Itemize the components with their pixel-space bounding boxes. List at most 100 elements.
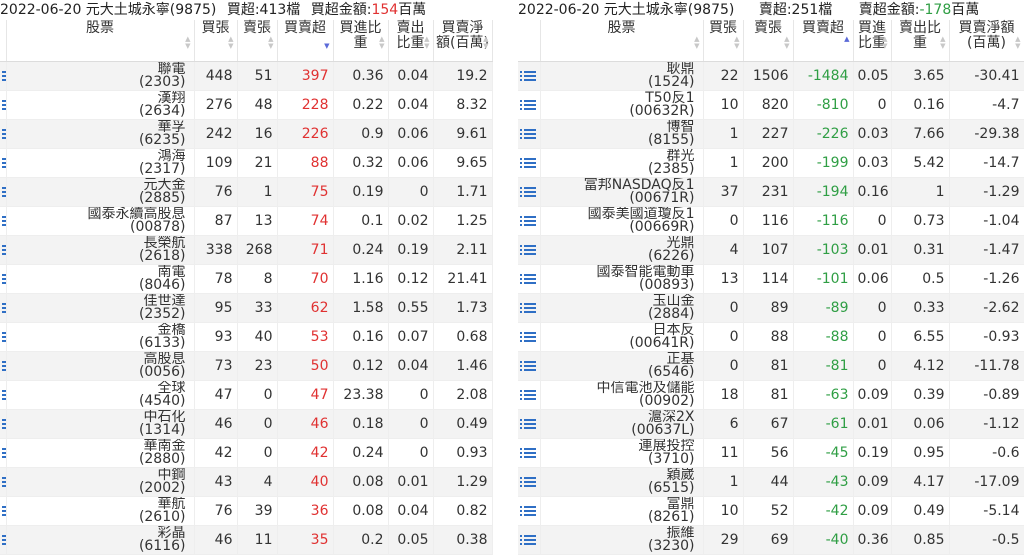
table-row[interactable]: T50反1 (00632R) 10 820 -810 0 0.16 -4.7: [518, 90, 1024, 120]
table-row[interactable]: 南電 (8046) 78 8 70 1.16 0.12 21.41: [0, 264, 493, 294]
list-menu-icon[interactable]: [520, 70, 536, 82]
list-menu-icon[interactable]: [520, 418, 536, 430]
list-menu-icon[interactable]: [520, 186, 536, 198]
list-menu-icon[interactable]: [2, 128, 5, 140]
sort-arrows-icon[interactable]: ▲ ▼: [424, 36, 429, 50]
stock-name[interactable]: 振維: [545, 526, 695, 540]
stock-cell[interactable]: 鴻海 (2317): [6, 148, 195, 178]
stock-cell[interactable]: 富邦NASDAQ反1 (00671R): [540, 177, 704, 207]
sort-arrows-icon[interactable]: ▲ ▼: [228, 36, 233, 50]
list-menu-icon[interactable]: [2, 186, 5, 198]
row-menu-cell[interactable]: [518, 90, 541, 120]
list-menu-icon[interactable]: [2, 505, 5, 517]
table-row[interactable]: 連展投控 (3710) 11 56 -45 0.19 0.95 -0.6: [518, 438, 1024, 468]
col-net-amount-header[interactable]: 買賣淨額(百萬) ▲ ▼: [433, 20, 493, 62]
stock-cell[interactable]: 南電 (8046): [6, 264, 195, 294]
list-menu-icon[interactable]: [2, 244, 5, 256]
stock-cell[interactable]: 金橋 (6133): [6, 322, 195, 352]
sort-arrows-icon[interactable]: ▲ ▼: [185, 36, 190, 50]
table-row[interactable]: 滬深2X (00637L) 6 67 -61 0.01 0.06 -1.12: [518, 409, 1024, 439]
table-row[interactable]: 耿鼎 (1524) 22 1506 -1484 0.05 3.65 -30.41: [518, 61, 1024, 91]
col-sell-header[interactable]: 賣張 ▲ ▼: [237, 20, 278, 62]
list-menu-icon[interactable]: [2, 273, 5, 285]
col-net-header[interactable]: 買賣超 ▼: [277, 20, 334, 62]
stock-cell[interactable]: 玉山金 (2884): [540, 293, 704, 323]
list-menu-icon[interactable]: [2, 331, 5, 343]
list-menu-icon[interactable]: [520, 505, 536, 517]
row-menu-cell[interactable]: [518, 293, 541, 323]
list-menu-icon[interactable]: [2, 302, 5, 314]
table-row[interactable]: 中信電池及儲能 (00902) 18 81 -63 0.09 0.39 -0.89: [518, 380, 1024, 410]
stock-cell[interactable]: 華航 (2610): [6, 496, 195, 526]
list-menu-icon[interactable]: [520, 534, 536, 546]
stock-cell[interactable]: 高股息 (0056): [6, 351, 195, 381]
table-row[interactable]: 國泰美國道瓊反1 (00669R) 0 116 -116 0 0.73 -1.04: [518, 206, 1024, 236]
stock-cell[interactable]: 長榮航 (2618): [6, 235, 195, 265]
sort-arrows-icon[interactable]: ▲ ▼: [1015, 36, 1020, 50]
col-buy-ratio-header[interactable]: 買進比重 ▲ ▼: [333, 20, 389, 62]
table-row[interactable]: 中石化 (1314) 46 0 46 0.18 0 0.49: [0, 409, 493, 439]
stock-cell[interactable]: 華孚 (6235): [6, 119, 195, 149]
table-row[interactable]: 穎崴 (6515) 1 44 -43 0.09 4.17 -17.09: [518, 467, 1024, 497]
table-row[interactable]: 玉山金 (2884) 0 89 -89 0 0.33 -2.62: [518, 293, 1024, 323]
stock-cell[interactable]: 國泰智能電動車 (00893): [540, 264, 704, 294]
table-row[interactable]: 富邦NASDAQ反1 (00671R) 37 231 -194 0.16 1 -1.29: [518, 177, 1024, 207]
list-menu-icon[interactable]: [520, 476, 536, 488]
stock-cell[interactable]: 中鋼 (2002): [6, 467, 195, 497]
list-menu-icon[interactable]: [2, 447, 5, 459]
table-row[interactable]: 華航 (2610) 76 39 36 0.08 0.04 0.82: [0, 496, 493, 526]
row-menu-cell[interactable]: [518, 525, 541, 555]
col-buy-header[interactable]: 買張 ▲ ▼: [194, 20, 238, 62]
row-menu-cell[interactable]: [518, 380, 541, 410]
table-row[interactable]: 國泰智能電動車 (00893) 13 114 -101 0.06 0.5 -1.26: [518, 264, 1024, 294]
row-menu-cell[interactable]: [518, 322, 541, 352]
stock-cell[interactable]: 穎崴 (6515): [540, 467, 704, 497]
table-row[interactable]: 華南金 (2880) 42 0 42 0.24 0 0.93: [0, 438, 493, 468]
stock-cell[interactable]: 全球 (4540): [6, 380, 195, 410]
list-menu-icon[interactable]: [520, 128, 536, 140]
stock-cell[interactable]: 博智 (8155): [540, 119, 704, 149]
stock-cell[interactable]: 元大金 (2885): [6, 177, 195, 207]
col-buy-header[interactable]: 買張 ▲ ▼: [703, 20, 744, 62]
stock-cell[interactable]: T50反1 (00632R): [540, 90, 704, 120]
sort-arrows-icon[interactable]: ▲ ▼: [734, 36, 739, 50]
col-sell-ratio-header[interactable]: 賣出比重 ▲ ▼: [891, 20, 950, 62]
sort-arrows-icon[interactable]: ▲ ▼: [940, 36, 945, 50]
col-sell-header[interactable]: 賣張 ▲ ▼: [743, 20, 794, 62]
stock-cell[interactable]: 國泰美國道瓊反1 (00669R): [540, 206, 704, 236]
stock-cell[interactable]: 富鼎 (8261): [540, 496, 704, 526]
list-menu-icon[interactable]: [2, 99, 5, 111]
list-menu-icon[interactable]: [2, 360, 5, 372]
col-net-header[interactable]: 買賣超 ▲: [793, 20, 854, 62]
table-row[interactable]: 佳世達 (2352) 95 33 62 1.58 0.55 1.73: [0, 293, 493, 323]
row-menu-cell[interactable]: [518, 235, 541, 265]
list-menu-icon[interactable]: [2, 476, 5, 488]
sort-asc-icon[interactable]: ▲: [844, 36, 849, 50]
stock-cell[interactable]: 振維 (3230): [540, 525, 704, 555]
stock-name[interactable]: 彩晶: [11, 526, 186, 540]
table-row[interactable]: 高股息 (0056) 73 23 50 0.12 0.04 1.46: [0, 351, 493, 381]
stock-cell[interactable]: 國泰永續高股息 (00878): [6, 206, 195, 236]
stock-cell[interactable]: 日本反 (00641R): [540, 322, 704, 352]
table-row[interactable]: 國泰永續高股息 (00878) 87 13 74 0.1 0.02 1.25: [0, 206, 493, 236]
stock-cell[interactable]: 滬深2X (00637L): [540, 409, 704, 439]
list-menu-icon[interactable]: [520, 215, 536, 227]
list-menu-icon[interactable]: [2, 70, 5, 82]
table-row[interactable]: 漢翔 (2634) 276 48 228 0.22 0.04 8.32: [0, 90, 493, 120]
row-menu-cell[interactable]: [518, 264, 541, 294]
sort-arrows-icon[interactable]: ▲ ▼: [784, 36, 789, 50]
row-menu-cell[interactable]: [518, 119, 541, 149]
list-menu-icon[interactable]: [2, 157, 5, 169]
sort-desc-icon[interactable]: ▼: [324, 36, 329, 50]
row-menu-cell[interactable]: [518, 148, 541, 178]
stock-cell[interactable]: 佳世達 (2352): [6, 293, 195, 323]
stock-cell[interactable]: 群光 (2385): [540, 148, 704, 178]
sort-arrows-icon[interactable]: ▲ ▼: [694, 36, 699, 50]
row-menu-cell[interactable]: [518, 351, 541, 381]
table-row[interactable]: 鴻海 (2317) 109 21 88 0.32 0.06 9.65: [0, 148, 493, 178]
list-menu-icon[interactable]: [520, 389, 536, 401]
stock-cell[interactable]: 華南金 (2880): [6, 438, 195, 468]
col-stock-header[interactable]: 股票 ▲ ▼: [540, 20, 704, 62]
list-menu-icon[interactable]: [520, 244, 536, 256]
stock-cell[interactable]: 耿鼎 (1524): [540, 61, 704, 91]
